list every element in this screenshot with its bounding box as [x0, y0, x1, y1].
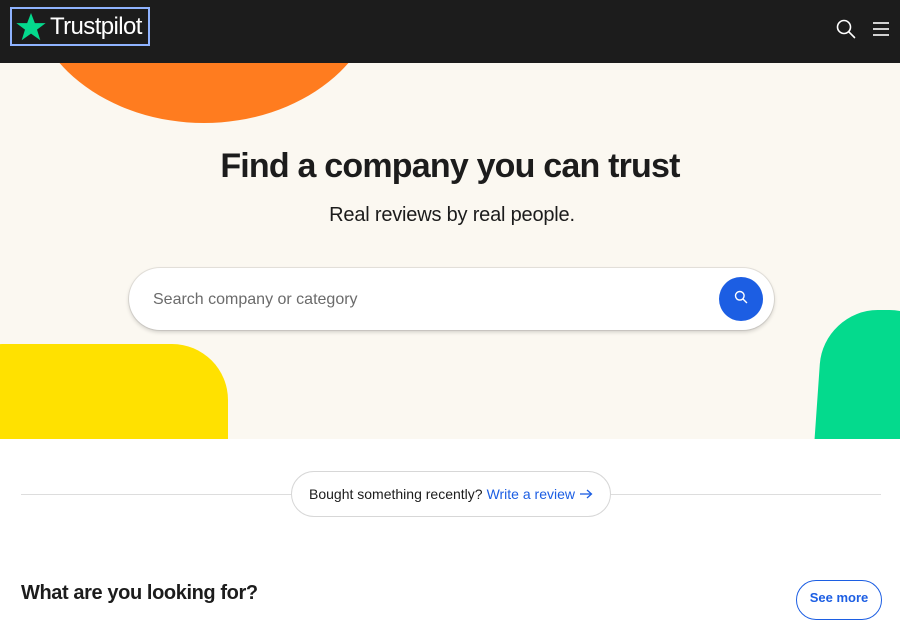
review-prompt-text: Bought something recently? — [309, 486, 483, 502]
decorative-orange-shape — [28, 63, 380, 123]
search-icon — [734, 290, 748, 309]
categories-section-title: What are you looking for? — [21, 582, 258, 604]
write-a-review-label: Write a review — [486, 486, 575, 502]
decorative-green-shape — [812, 310, 900, 439]
search-icon[interactable] — [835, 18, 857, 40]
hero-subtitle: Real reviews by real people. — [329, 204, 575, 226]
see-more-button[interactable]: See more — [796, 580, 882, 620]
arrow-right-icon — [579, 486, 593, 502]
company-search-input[interactable] — [151, 282, 695, 318]
decorative-yellow-shape — [0, 344, 228, 439]
trustpilot-logo-link[interactable]: Trustpilot — [10, 7, 150, 46]
write-a-review-link[interactable]: Write a review — [487, 486, 593, 502]
logo-text: Trustpilot — [50, 12, 142, 40]
company-search-box — [129, 268, 774, 330]
hero-title: Find a company you can trust — [220, 147, 680, 185]
top-navigation-bar: Trustpilot — [0, 0, 900, 63]
search-submit-button[interactable] — [719, 277, 763, 321]
review-prompt-pill: Bought something recently? Write a revie… — [291, 471, 611, 517]
hero-section: Find a company you can trust Real review… — [0, 63, 900, 439]
hamburger-menu-icon[interactable] — [870, 18, 892, 40]
star-icon — [15, 11, 47, 43]
